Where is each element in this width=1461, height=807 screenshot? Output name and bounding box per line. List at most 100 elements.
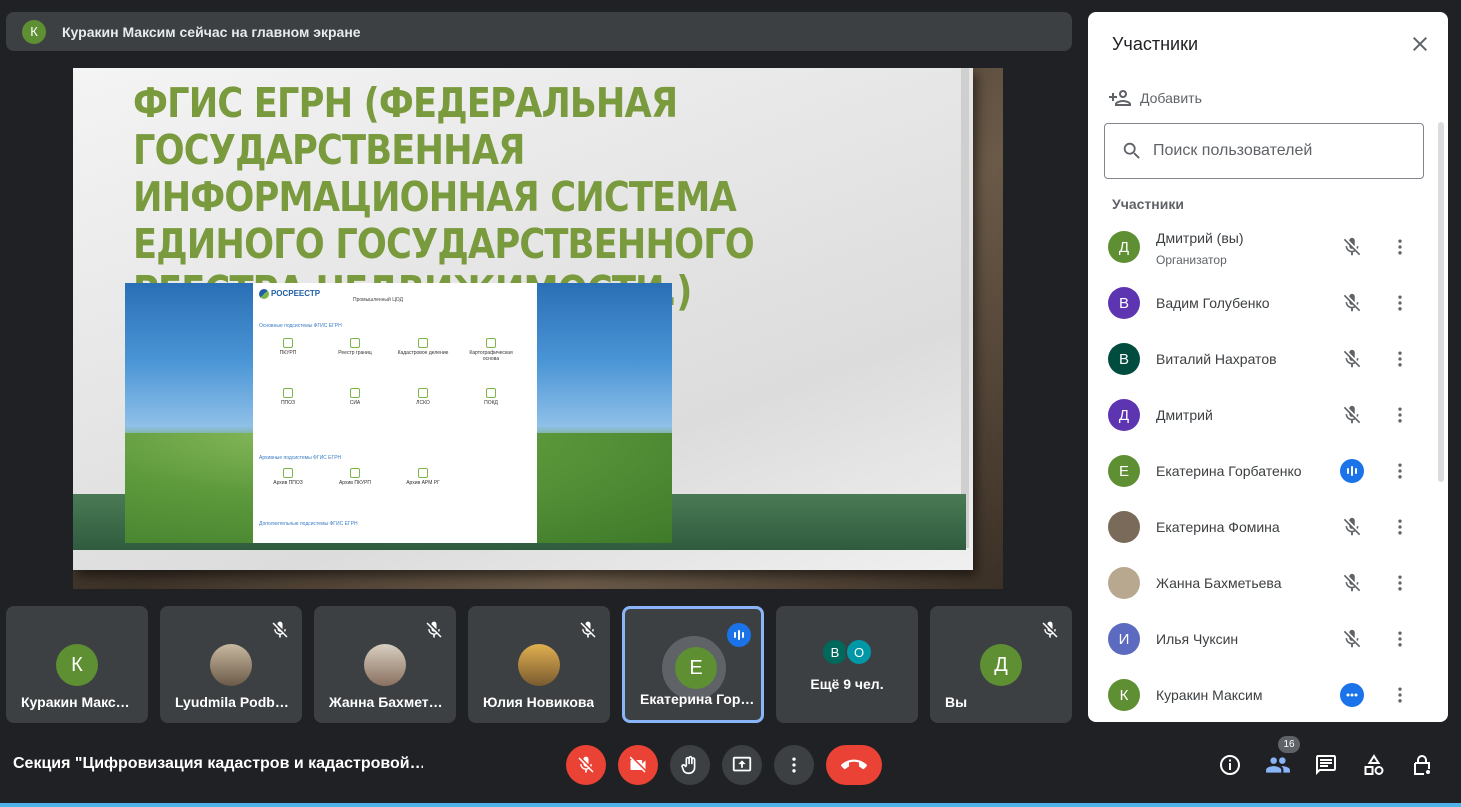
avatar: В <box>1108 343 1140 375</box>
doc-cell: ПОКД <box>461 388 521 406</box>
search-box[interactable] <box>1104 123 1424 179</box>
tile-name: Lyudmila Podb… <box>175 694 289 710</box>
avatar: О <box>845 638 873 666</box>
avatar <box>1108 511 1140 543</box>
close-icon[interactable] <box>1408 32 1432 56</box>
participant-tile[interactable]: К Куракин Макс… <box>6 606 148 723</box>
more-vert-icon[interactable] <box>1388 459 1412 483</box>
doc-cell-icon <box>486 338 496 348</box>
mic-off-icon <box>1340 627 1364 651</box>
participant-row[interactable]: Д Дмитрий (вы) Организатор <box>1088 219 1438 275</box>
mic-toggle-button[interactable] <box>566 745 606 785</box>
doc-cell: Архив АРМ РГ <box>393 468 453 486</box>
doc-cell: Кадастровое деление <box>393 338 453 356</box>
participant-tile[interactable]: Lyudmila Podb… <box>160 606 302 723</box>
camera-toggle-button[interactable] <box>618 745 658 785</box>
activities-button[interactable] <box>1359 750 1389 780</box>
speaking-icon <box>727 623 751 647</box>
participants-count-badge: 16 <box>1278 736 1300 753</box>
more-options-button[interactable] <box>774 745 814 785</box>
mic-off-icon <box>1340 403 1364 427</box>
doc-cell-label: ПОКД <box>484 400 498 406</box>
participant-name: Дмитрий <box>1156 407 1213 423</box>
rosreestr-logo-text: РОСРЕЕСТР <box>271 289 321 299</box>
mic-off-icon <box>1340 235 1364 259</box>
speaking-icon <box>1340 459 1364 483</box>
doc-cell-icon <box>418 338 428 348</box>
doc-cell-label: Архив ПКУРП <box>338 480 372 486</box>
camera-off-icon <box>629 756 646 773</box>
panel-scrollbar[interactable] <box>1438 122 1444 482</box>
participant-name: Вадим Голубенко <box>1156 295 1270 311</box>
participant-name: Жанна Бахметьева <box>1156 575 1282 591</box>
host-controls-button[interactable] <box>1407 750 1437 780</box>
participants-panel: Участники Добавить Участники Д Дмитрий (в… <box>1088 12 1448 722</box>
more-vert-icon[interactable] <box>1388 571 1412 595</box>
participant-name: Дмитрий (вы) <box>1156 230 1244 246</box>
participant-name: Екатерина Фомина <box>1156 519 1280 535</box>
chat-button[interactable] <box>1311 750 1341 780</box>
person-add-icon <box>1109 90 1131 106</box>
participant-row[interactable]: Жанна Бахметьева <box>1088 555 1438 611</box>
more-vert-icon[interactable] <box>1388 403 1412 427</box>
add-people-label: Добавить <box>1140 90 1202 106</box>
participant-row[interactable]: Е Екатерина Горбатенко <box>1088 443 1438 499</box>
more-vert-icon[interactable] <box>1388 235 1412 259</box>
doc-cell-icon <box>283 468 293 478</box>
participant-row[interactable]: И Илья Чуксин <box>1088 611 1438 667</box>
present-button[interactable] <box>722 745 762 785</box>
more-vert-icon[interactable] <box>1388 627 1412 651</box>
more-vert-icon[interactable] <box>1388 347 1412 371</box>
more-avatars: В О <box>821 638 873 666</box>
doc-cell: ПКУРП <box>258 338 318 356</box>
participant-role: Организатор <box>1156 253 1227 267</box>
raise-hand-button[interactable] <box>670 745 710 785</box>
search-input[interactable] <box>1153 142 1403 160</box>
participant-row[interactable]: Д Дмитрий <box>1088 387 1438 443</box>
leave-call-button[interactable] <box>826 745 882 785</box>
participant-tile[interactable]: Жанна Бахмет… <box>314 606 456 723</box>
doc-cell: Картографическая основа <box>461 338 521 362</box>
avatar <box>364 644 406 686</box>
banner-avatar: К <box>22 19 46 44</box>
hand-icon <box>681 755 696 775</box>
participant-name: Виталий Нахратов <box>1156 351 1277 367</box>
more-vert-icon[interactable] <box>1388 515 1412 539</box>
presenting-banner: К Куракин Максим сейчас на главном экран… <box>6 12 1072 51</box>
more-vert-icon[interactable] <box>1388 683 1412 707</box>
participant-row[interactable]: Екатерина Фомина <box>1088 499 1438 555</box>
more-participants-tile[interactable]: В О Ещё 9 чел. <box>776 606 918 723</box>
banner-text: Куракин Максим сейчас на главном экране <box>62 23 361 40</box>
doc-cell-icon <box>486 388 496 398</box>
meeting-info-button[interactable] <box>1215 750 1245 780</box>
meeting-title: Секция "Цифровизация кадастров и кадастр… <box>13 755 423 772</box>
doc-cell-label: Реестр границ <box>338 350 372 356</box>
mic-off-icon <box>1340 515 1364 539</box>
avatar: Е <box>1108 455 1140 487</box>
present-screen-icon <box>732 756 752 772</box>
doc-cell-label: Кадастровое деление <box>397 350 449 356</box>
tile-name: Екатерина Гор… <box>640 691 755 707</box>
participant-row[interactable]: В Вадим Голубенко <box>1088 275 1438 331</box>
doc-cell-icon <box>283 338 293 348</box>
participant-tile[interactable]: Юлия Новикова <box>468 606 610 723</box>
avatar: В <box>1108 287 1140 319</box>
self-tile[interactable]: Д Вы <box>930 606 1072 723</box>
participants-section-label: Участники <box>1112 196 1184 212</box>
participant-row[interactable]: В Виталий Нахратов <box>1088 331 1438 387</box>
participant-row[interactable]: К Куракин Максим <box>1088 667 1438 722</box>
doc-cell-label: ЛСКО <box>416 400 430 406</box>
rosreestr-logo-icon <box>259 289 269 299</box>
avatar: Д <box>980 644 1022 686</box>
add-people-button[interactable]: Добавить <box>1108 86 1202 110</box>
participant-name: Илья Чуксин <box>1156 631 1239 647</box>
participant-tile-speaking[interactable]: Е Екатерина Гор… <box>622 606 764 723</box>
mic-off-icon <box>1340 571 1364 595</box>
info-icon <box>1220 755 1240 775</box>
doc-cell-label: Картографическая основа <box>469 350 513 362</box>
participants-button[interactable] <box>1263 750 1293 780</box>
doc-cell: СИА <box>325 388 385 406</box>
avatar: К <box>1108 679 1140 711</box>
more-vert-icon[interactable] <box>1388 291 1412 315</box>
slide-document-image: РОСРЕЕСТР Промышленный ЦОД Основные подс… <box>253 283 537 543</box>
